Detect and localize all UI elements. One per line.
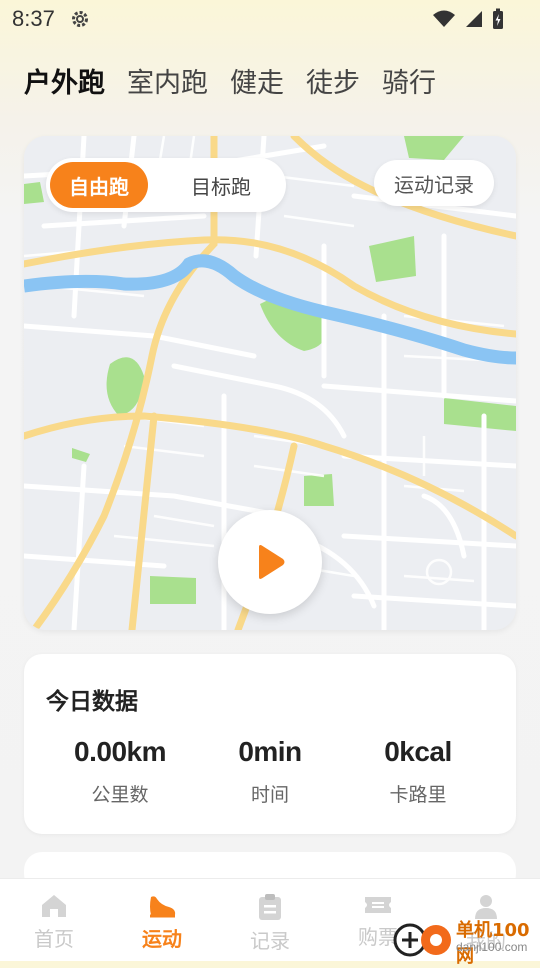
stat-calories-label: 卡路里 <box>389 784 447 806</box>
start-run-button[interactable] <box>218 510 322 614</box>
watermark-sub: danji100.com <box>456 940 528 954</box>
tab-hike[interactable]: 徒步 <box>306 64 360 104</box>
stat-time-value: 0min <box>238 736 302 767</box>
site-watermark: 单机100网 danji100.com <box>390 918 540 967</box>
signal-icon <box>466 11 482 27</box>
stat-distance-value: 0.00km <box>74 736 166 767</box>
ticket-icon <box>365 897 391 913</box>
shoe-icon <box>150 896 176 918</box>
battery-icon <box>493 8 503 29</box>
target-run-button[interactable]: 目标跑 <box>162 162 280 208</box>
clipboard-icon <box>259 894 281 920</box>
nav-record-label: 记录 <box>250 929 290 953</box>
play-icon <box>259 545 285 579</box>
stat-distance: 0.00km 公里数 <box>40 736 200 807</box>
status-bar: 8:37 <box>0 0 540 40</box>
stat-calories-value: 0kcal <box>384 736 452 767</box>
tab-outdoor-run[interactable]: 户外跑 <box>24 64 105 104</box>
tab-walk[interactable]: 健走 <box>230 64 284 104</box>
status-icons <box>432 8 504 30</box>
map-card[interactable]: 自由跑 目标跑 运动记录 <box>24 136 516 630</box>
tab-indoor-run[interactable]: 室内跑 <box>127 64 208 104</box>
stat-calories: 0kcal 卡路里 <box>338 736 498 807</box>
free-run-button[interactable]: 自由跑 <box>50 162 148 208</box>
exercise-record-button[interactable]: 运动记录 <box>374 160 494 206</box>
stat-time-label: 时间 <box>250 784 289 806</box>
home-icon <box>42 895 66 917</box>
nav-record[interactable]: 记录 <box>220 893 320 954</box>
tab-cycling[interactable]: 骑行 <box>382 64 436 104</box>
nav-home[interactable]: 首页 <box>4 893 104 952</box>
today-stats-card: 今日数据 0.00km 公里数 0min 时间 0kcal 卡路里 <box>24 654 516 834</box>
status-time: 8:37 <box>12 6 55 31</box>
wifi-icon <box>433 10 455 27</box>
run-mode-toggle: 自由跑 目标跑 <box>46 158 286 212</box>
nav-home-label: 首页 <box>34 927 74 951</box>
stat-time: 0min 时间 <box>190 736 350 807</box>
watermark-logo-icon <box>393 923 451 957</box>
sport-tabs: 户外跑 室内跑 健走 徒步 骑行 <box>24 64 436 104</box>
settings-gear-icon <box>72 11 88 27</box>
nav-sport-label: 运动 <box>142 927 182 951</box>
stat-distance-label: 公里数 <box>91 784 149 806</box>
nav-sport[interactable]: 运动 <box>112 893 212 952</box>
today-stats-title: 今日数据 <box>46 689 138 715</box>
